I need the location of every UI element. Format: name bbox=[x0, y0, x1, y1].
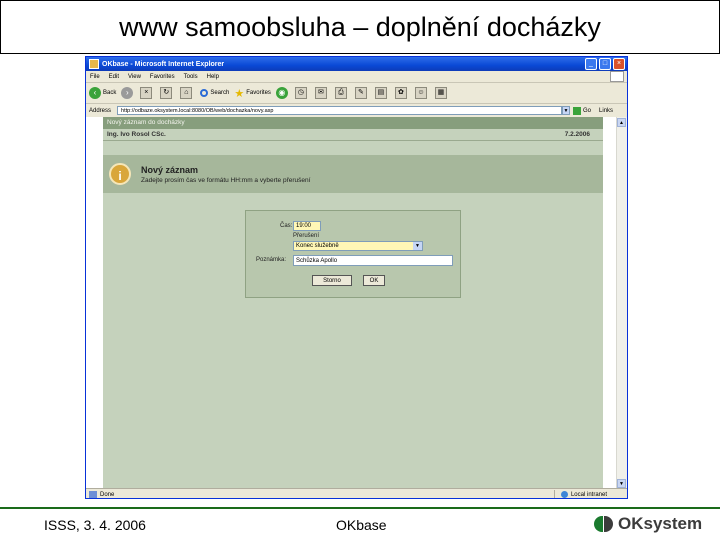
security-zone: Local intranet bbox=[553, 490, 607, 498]
research-button[interactable]: ✿ bbox=[394, 87, 410, 99]
time-input[interactable]: 19:00 bbox=[293, 221, 321, 231]
page-header: Nový záznam do docházky bbox=[103, 117, 603, 129]
refresh-icon: ↻ bbox=[160, 87, 173, 99]
toolbar: ‹ Back › × ↻ ⌂ Search ★ Favorites ◉ ◷ ✉ … bbox=[86, 83, 627, 104]
history-icon: ◷ bbox=[294, 87, 307, 99]
menu-view[interactable]: View bbox=[128, 74, 141, 80]
address-label: Address bbox=[89, 107, 112, 114]
note-input[interactable]: Schůzka Apollo bbox=[293, 255, 453, 266]
logo-text: OKsystem bbox=[618, 514, 703, 533]
back-button[interactable]: ‹ Back bbox=[89, 87, 116, 99]
status-divider bbox=[553, 490, 555, 498]
home-icon: ⌂ bbox=[180, 87, 193, 99]
cancel-button[interactable]: Storno bbox=[312, 275, 352, 286]
close-button[interactable]: × bbox=[613, 58, 625, 70]
back-arrow-icon: ‹ bbox=[89, 87, 101, 99]
windows-flag-icon bbox=[610, 71, 624, 82]
menu-tools[interactable]: Tools bbox=[184, 74, 198, 80]
links-button[interactable]: Links bbox=[599, 108, 613, 114]
messenger-icon: ☺ bbox=[414, 87, 427, 99]
logo-mark-icon bbox=[594, 516, 614, 532]
stop-icon: × bbox=[140, 87, 153, 99]
address-dropdown-icon[interactable]: ▼ bbox=[562, 106, 571, 115]
slide-title-box: www samoobsluha – doplnění docházky bbox=[0, 0, 720, 54]
discuss-icon: ▤ bbox=[374, 87, 387, 99]
print-icon: ⎙ bbox=[334, 87, 347, 99]
chevron-down-icon[interactable]: ▼ bbox=[413, 242, 422, 250]
mail-button[interactable]: ✉ bbox=[314, 87, 330, 99]
favorites-star-icon: ★ bbox=[234, 87, 245, 100]
vertical-scrollbar[interactable]: ▲ ▼ bbox=[616, 117, 627, 489]
messenger-button[interactable]: ☺ bbox=[414, 87, 430, 99]
edit-icon: ✎ bbox=[354, 87, 367, 99]
discuss-button[interactable]: ▤ bbox=[374, 87, 390, 99]
ok-button[interactable]: OK bbox=[363, 275, 385, 286]
status-text: Done bbox=[100, 491, 115, 498]
mail-icon: ✉ bbox=[314, 87, 327, 99]
slide-title: www samoobsluha – doplnění docházky bbox=[119, 11, 601, 42]
info-icon: i bbox=[109, 163, 131, 185]
info-banner: i Nový záznam Zadejte prosím čas ve form… bbox=[103, 155, 603, 193]
company-logo: OKsystem bbox=[594, 514, 702, 534]
extra-icon: ▦ bbox=[434, 87, 447, 99]
banner-title: Nový záznam bbox=[141, 164, 199, 175]
menu-help[interactable]: Help bbox=[207, 74, 219, 80]
status-bar: Done Local intranet bbox=[86, 488, 627, 498]
home-button[interactable]: ⌂ bbox=[180, 87, 195, 99]
history-button[interactable]: ◷ bbox=[294, 87, 310, 99]
time-label: Čas: bbox=[280, 223, 293, 229]
edit-button[interactable]: ✎ bbox=[354, 87, 370, 99]
intranet-globe-icon bbox=[560, 491, 568, 498]
new-record-form: Čas: 19:00 Přerušení Konec služebně ▼ Po… bbox=[245, 210, 461, 298]
banner-text: Zadejte prosím čas ve formátu HH:mm a vy… bbox=[141, 176, 311, 184]
window-titlebar[interactable]: OKbase - Microsoft Internet Explorer _ □… bbox=[86, 57, 627, 71]
go-button[interactable]: Go bbox=[583, 108, 591, 114]
page-viewport: Nový záznam do docházky Ing. Ivo Rosol C… bbox=[86, 117, 617, 489]
note-label: Poznámka: bbox=[256, 257, 287, 263]
minimize-button[interactable]: _ bbox=[585, 58, 597, 70]
record-date: 7.2.2006 bbox=[564, 131, 590, 138]
extra-button[interactable]: ▦ bbox=[434, 87, 450, 99]
refresh-button[interactable]: ↻ bbox=[160, 87, 175, 99]
search-button[interactable]: Search bbox=[200, 89, 229, 97]
forward-arrow-icon: › bbox=[121, 87, 134, 99]
footer-product: OKbase bbox=[336, 517, 387, 533]
app-icon bbox=[89, 59, 99, 69]
print-button[interactable]: ⎙ bbox=[334, 87, 350, 99]
forward-button[interactable]: › bbox=[121, 87, 135, 99]
media-icon: ◉ bbox=[275, 87, 288, 99]
user-name: Ing. Ivo Rosol CSc. bbox=[107, 131, 166, 138]
menu-edit[interactable]: Edit bbox=[109, 74, 119, 80]
window-title: OKbase - Microsoft Internet Explorer bbox=[102, 60, 225, 68]
media-button[interactable]: ◉ bbox=[275, 87, 290, 99]
user-row: Ing. Ivo Rosol CSc. 7.2.2006 bbox=[103, 129, 603, 141]
maximize-button[interactable]: □ bbox=[599, 58, 611, 70]
browser-window: OKbase - Microsoft Internet Explorer _ □… bbox=[85, 56, 628, 499]
page-done-icon bbox=[89, 491, 97, 498]
search-icon bbox=[200, 89, 209, 97]
address-bar: Address http://odbaze.oksystem.local:808… bbox=[86, 104, 627, 118]
scroll-down-icon[interactable]: ▼ bbox=[617, 479, 626, 488]
menu-bar: File Edit View Favorites Tools Help bbox=[86, 71, 627, 83]
go-arrow-icon[interactable] bbox=[573, 106, 582, 115]
interruption-value: Konec služebně bbox=[296, 243, 339, 249]
page-content: Nový záznam do docházky Ing. Ivo Rosol C… bbox=[103, 117, 603, 489]
interruption-label: Přerušení bbox=[293, 233, 320, 239]
stop-button[interactable]: × bbox=[140, 87, 155, 99]
scroll-up-icon[interactable]: ▲ bbox=[617, 118, 626, 127]
favorites-label: Favorites bbox=[246, 90, 271, 96]
back-label: Back bbox=[103, 90, 117, 96]
zone-text: Local intranet bbox=[570, 491, 607, 498]
search-label: Search bbox=[210, 90, 230, 96]
research-icon: ✿ bbox=[394, 87, 407, 99]
footer-divider bbox=[0, 507, 720, 509]
interruption-select[interactable]: Konec služebně ▼ bbox=[293, 241, 423, 251]
favorites-button[interactable]: ★ Favorites bbox=[234, 87, 271, 100]
address-input[interactable]: http://odbaze.oksystem.local:8080/OB/web… bbox=[117, 106, 563, 115]
menu-file[interactable]: File bbox=[90, 74, 100, 80]
footer-date: ISSS, 3. 4. 2006 bbox=[44, 517, 146, 533]
menu-favorites[interactable]: Favorites bbox=[150, 74, 175, 80]
